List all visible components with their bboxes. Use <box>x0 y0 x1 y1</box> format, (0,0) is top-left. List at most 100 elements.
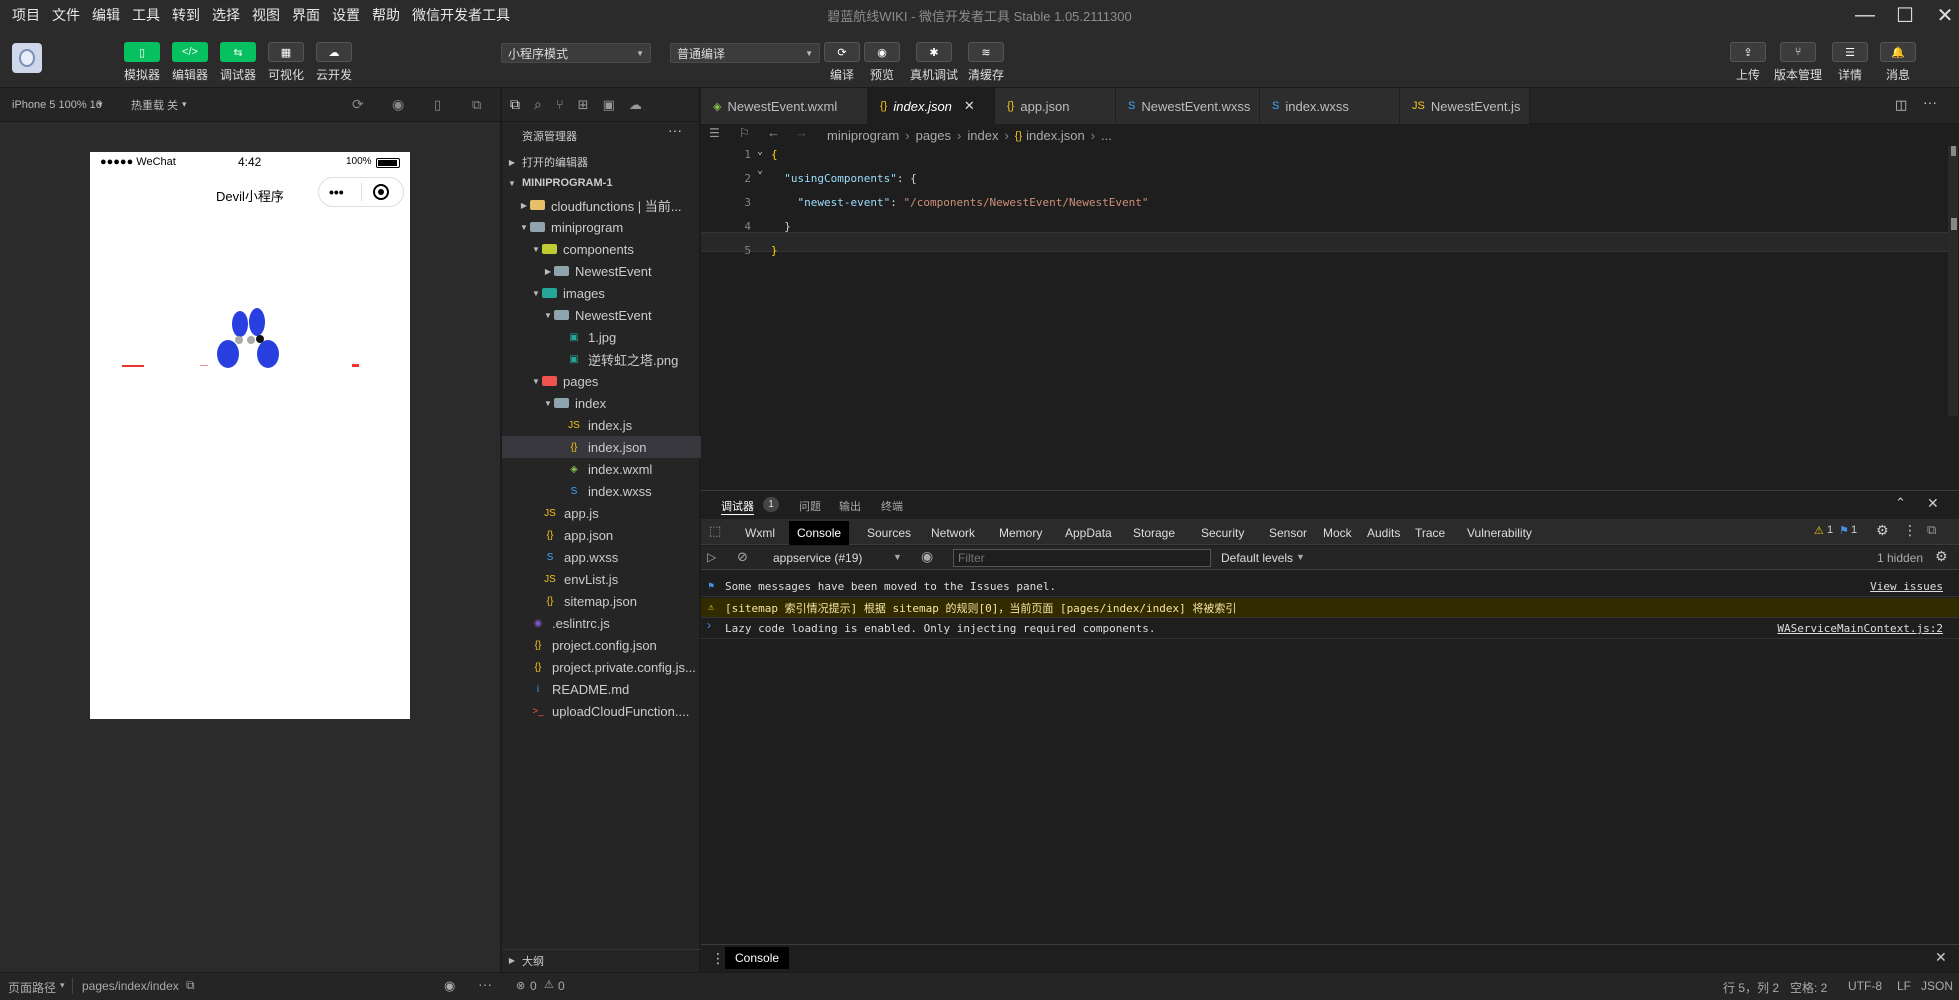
phone-icon[interactable]: ▯ <box>434 97 441 113</box>
avatar[interactable] <box>12 43 42 73</box>
tree-file[interactable]: {} app.json <box>502 524 701 546</box>
docker-icon[interactable]: ☁ <box>629 97 642 113</box>
maximize-icon[interactable]: ☐ <box>1885 0 1925 30</box>
menu-item[interactable]: 转到 <box>166 5 206 25</box>
warning-count[interactable]: 0 <box>558 979 565 993</box>
capsule-button[interactable]: ••• <box>318 177 404 207</box>
scrollbar[interactable] <box>1948 146 1958 416</box>
devtools-tab[interactable]: Network <box>923 521 983 545</box>
eye-icon[interactable]: ◉ <box>921 548 933 565</box>
devtools-tab[interactable]: Sensor <box>1261 521 1315 545</box>
breadcrumb-item[interactable]: miniprogram <box>827 128 899 143</box>
collapse-icon[interactable]: ⌃ <box>1895 495 1906 511</box>
levels-select[interactable]: Default levels <box>1221 551 1293 565</box>
debugger-toggle-button[interactable]: ⇆ 调试器 <box>216 42 260 83</box>
devtools-tab[interactable]: Audits <box>1359 521 1408 545</box>
tree-file[interactable]: ▣ 1.jpg <box>502 326 701 348</box>
inspect-icon[interactable]: ⬚ <box>709 523 721 539</box>
popout-icon[interactable]: ⧉ <box>472 97 481 113</box>
tree-folder[interactable]: ▼ NewestEvent <box>502 304 701 326</box>
project-section[interactable]: ▼ MINIPROGRAM-1 <box>502 172 701 194</box>
editor-tab[interactable]: JS NewestEvent.js <box>1400 88 1530 124</box>
devtools-tab[interactable]: Sources <box>859 521 919 545</box>
console-source-link[interactable]: WAServiceMainContext.js:2 <box>1777 622 1943 635</box>
mode-select[interactable]: 小程序模式 ▼ <box>501 43 651 63</box>
console-source-link[interactable]: View issues <box>1870 580 1943 593</box>
devtools-tab[interactable]: Memory <box>991 521 1050 545</box>
sidebar-toggle-icon[interactable]: ▷ <box>707 550 716 564</box>
record-icon[interactable]: ◉ <box>392 96 404 113</box>
close-icon[interactable]: ✕ <box>1925 0 1959 30</box>
eye-icon[interactable]: ◉ <box>444 978 455 994</box>
more-icon[interactable]: ··· <box>1923 94 1937 110</box>
hot-reload-toggle[interactable]: 热重载 关 <box>131 97 178 113</box>
editor-tab[interactable]: Sindex.wxss <box>1260 88 1400 124</box>
devtools-top-tab[interactable]: 调试器 <box>721 498 754 515</box>
page-path[interactable]: pages/index/index <box>82 979 179 993</box>
tree-file[interactable]: JS envList.js <box>502 568 701 590</box>
preview-button[interactable]: ◉ 预览 <box>860 42 904 83</box>
copy-icon[interactable]: ⧉ <box>186 978 195 993</box>
tree-folder[interactable]: ▼ images <box>502 282 701 304</box>
tree-folder[interactable]: ▶ NewestEvent <box>502 260 701 282</box>
settings-icon[interactable]: ⚙ <box>1876 522 1889 539</box>
drawer-console-tab[interactable]: Console <box>725 947 790 969</box>
breadcrumb-item[interactable]: ... <box>1101 128 1112 143</box>
fold-icon[interactable]: ⌄ <box>757 165 763 176</box>
search-icon[interactable]: ⌕ <box>534 96 542 113</box>
menu-item[interactable]: 工具 <box>126 5 166 25</box>
devtools-tab[interactable]: Mock <box>1315 521 1360 545</box>
tree-file[interactable]: ◈ index.wxml <box>502 458 701 480</box>
editor-tab[interactable]: S NewestEvent.wxss <box>1116 88 1260 124</box>
tree-file[interactable]: ◉ .eslintrc.js <box>502 612 701 634</box>
tree-folder[interactable]: ▼ pages <box>502 370 701 392</box>
tree-folder[interactable]: ▶ cloudfunctions | 当前... <box>502 194 701 216</box>
scrollbar-thumb[interactable] <box>1951 146 1956 156</box>
clear-console-icon[interactable]: ⊘ <box>737 549 748 565</box>
menu-item[interactable]: 设置 <box>326 5 366 25</box>
breadcrumb-item[interactable]: index <box>967 128 998 143</box>
tree-file[interactable]: ▣ 逆转虹之塔.png <box>502 348 701 370</box>
menu-item[interactable]: 帮助 <box>366 5 406 25</box>
page-path-label[interactable]: 页面路径 <box>8 979 56 996</box>
devtools-tab[interactable]: AppData <box>1057 521 1120 545</box>
tree-folder[interactable]: ▼ miniprogram <box>502 216 701 238</box>
more-vertical-icon[interactable]: ⋮ <box>1903 522 1917 539</box>
visual-button[interactable]: ▦ 可视化 <box>264 42 308 83</box>
menu-item[interactable]: 微信开发者工具 <box>406 5 516 25</box>
more-icon[interactable]: ··· <box>668 122 682 138</box>
more-icon[interactable]: ··· <box>478 976 492 992</box>
menu-item[interactable]: 项目 <box>6 5 46 25</box>
tree-file[interactable]: {} project.private.config.js... <box>502 656 701 678</box>
version-button[interactable]: ⑂ 版本管理 <box>1774 42 1822 83</box>
source-control-icon[interactable]: ⑂ <box>556 97 564 112</box>
menu-item[interactable]: 界面 <box>286 5 326 25</box>
close-tab-icon[interactable]: ✕ <box>964 98 975 114</box>
device-select[interactable]: iPhone 5 100% 16 <box>12 99 102 111</box>
tree-folder[interactable]: ▼ index <box>502 392 701 414</box>
breadcrumb-item[interactable]: pages <box>916 128 951 143</box>
indentation[interactable]: 空格: 2 <box>1790 979 1827 996</box>
phone-screen[interactable]: ●●●●● WeChat 4:42 100% Devil小程序 ••• <box>90 152 410 719</box>
editor-toggle-button[interactable]: </> 编辑器 <box>168 42 212 83</box>
close-miniprogram-icon[interactable] <box>373 184 389 200</box>
tree-file[interactable]: >_ uploadCloudFunction.... <box>502 700 701 722</box>
compile-select[interactable]: 普通编译 ▼ <box>670 43 820 63</box>
devtools-tab[interactable]: Vulnerability <box>1459 521 1540 545</box>
devtools-top-tab[interactable]: 输出 <box>839 498 861 514</box>
editor-tab[interactable]: {} index.json ✕ <box>868 88 995 124</box>
fold-icon[interactable]: ⌄ <box>757 146 763 157</box>
forward-arrow-icon[interactable]: → <box>795 125 808 140</box>
upload-button[interactable]: ⇪ 上传 <box>1726 42 1770 83</box>
language-mode[interactable]: JSON <box>1921 979 1953 993</box>
bookmark-icon[interactable]: ⚐ <box>739 126 750 140</box>
tree-file[interactable]: Sindex.wxss <box>502 480 701 502</box>
cursor-position[interactable]: 行 5，列 2 <box>1723 979 1779 996</box>
tree-file[interactable]: i README.md <box>502 678 701 700</box>
editor-tab[interactable]: ◈ NewestEvent.wxml <box>701 88 868 124</box>
editor-tab[interactable]: {} app.json <box>995 88 1116 124</box>
outline-section[interactable]: ▶ 大纲 <box>502 949 701 971</box>
encoding[interactable]: UTF-8 <box>1848 979 1882 993</box>
open-editors-section[interactable]: ▶ 打开的编辑器 <box>502 151 701 173</box>
tree-folder[interactable]: ▼ components <box>502 238 701 260</box>
